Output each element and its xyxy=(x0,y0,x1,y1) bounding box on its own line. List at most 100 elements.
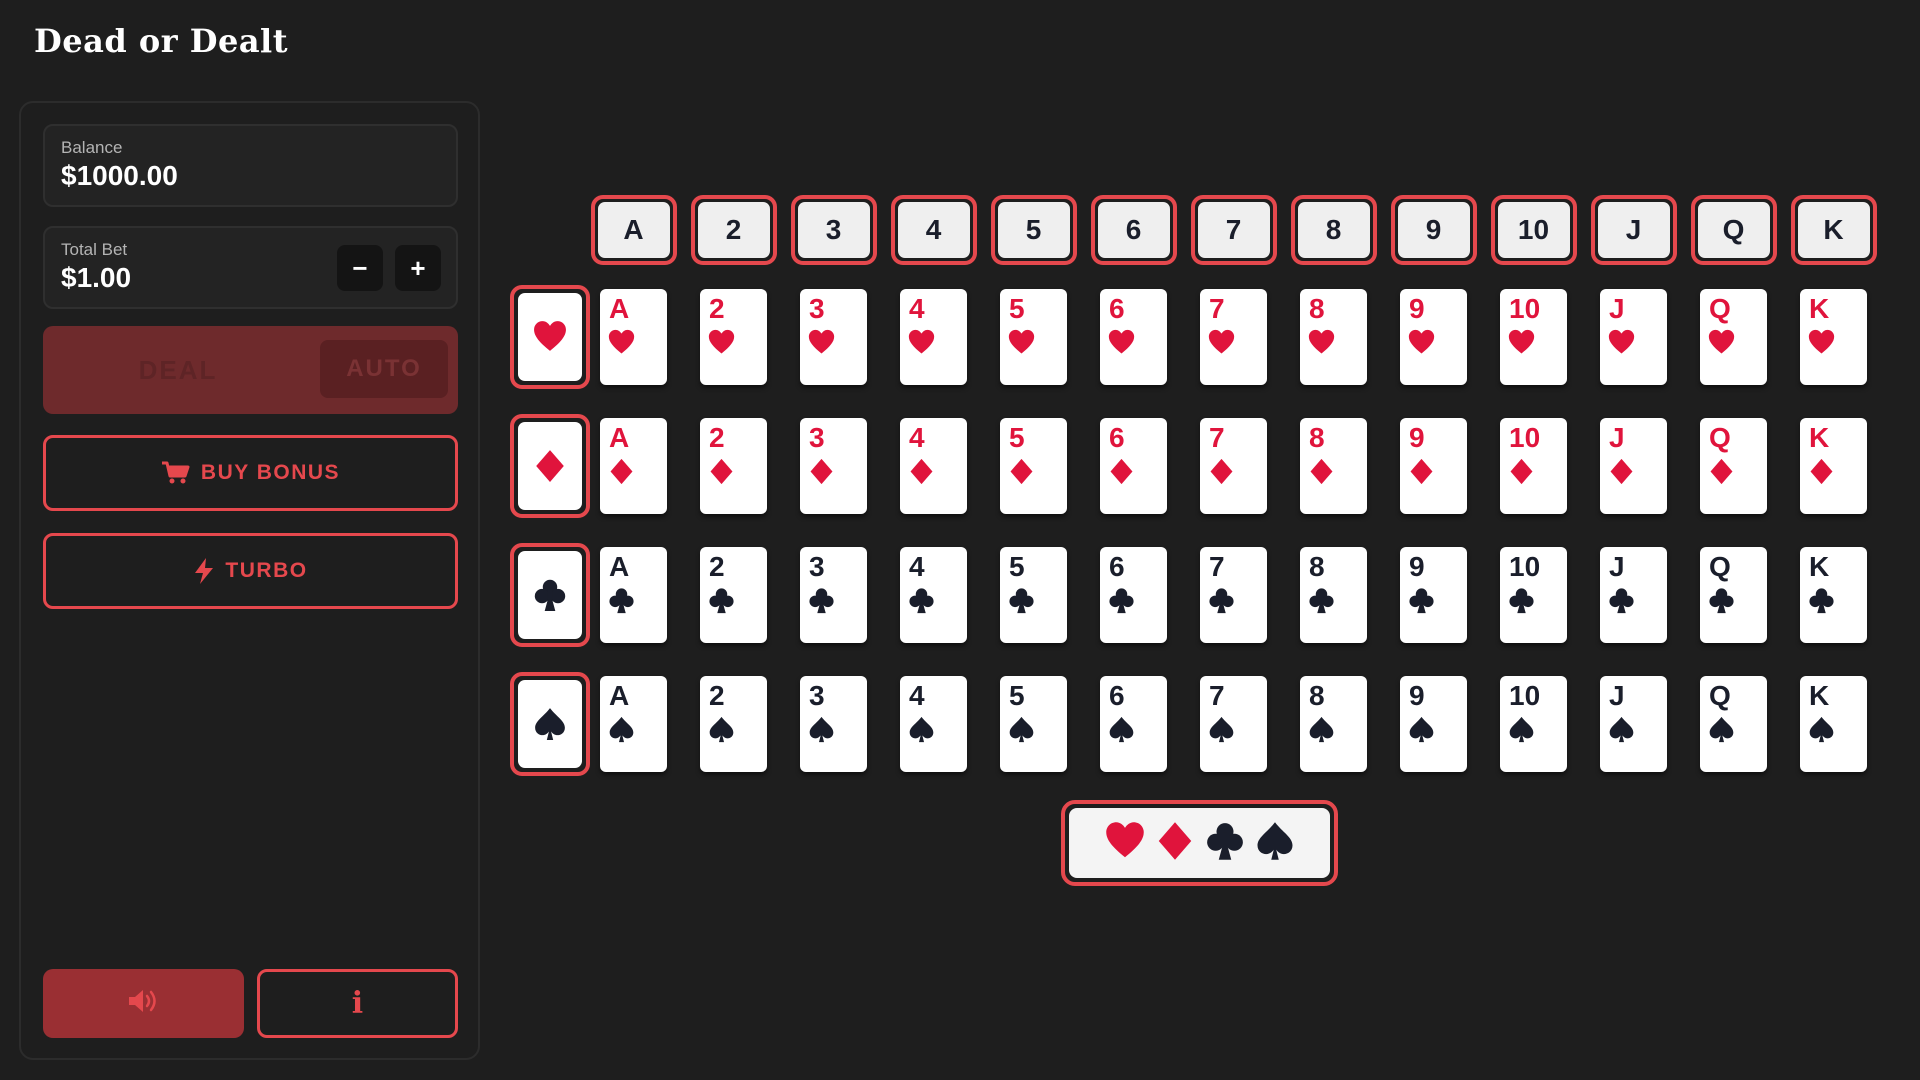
card-8-of-diamonds[interactable]: 8 xyxy=(1300,418,1367,514)
rank-header-label: J xyxy=(1597,202,1670,258)
rank-header-j[interactable]: J xyxy=(1590,195,1677,265)
card-q-of-clubs[interactable]: Q xyxy=(1700,547,1767,643)
card-rank: 5 xyxy=(1009,422,1025,453)
spade-icon xyxy=(708,716,735,748)
all-suits-icons xyxy=(1069,808,1330,878)
card-8-of-spades[interactable]: 8 xyxy=(1300,676,1367,772)
card-3-of-spades[interactable]: 3 xyxy=(800,676,867,772)
card-7-of-hearts[interactable]: 7 xyxy=(1200,289,1267,385)
card-4-of-hearts[interactable]: 4 xyxy=(900,289,967,385)
heart-icon xyxy=(1608,329,1635,361)
rank-header-k[interactable]: K xyxy=(1790,195,1877,265)
card-9-of-spades[interactable]: 9 xyxy=(1400,676,1467,772)
card-a-of-diamonds[interactable]: A xyxy=(600,418,667,514)
diamond-icon xyxy=(518,422,582,510)
card-j-of-clubs[interactable]: J xyxy=(1600,547,1667,643)
card-k-of-clubs[interactable]: K xyxy=(1800,547,1867,643)
card-6-of-diamonds[interactable]: 6 xyxy=(1100,418,1167,514)
card-5-of-hearts[interactable]: 5 xyxy=(1000,289,1067,385)
card-8-of-hearts[interactable]: 8 xyxy=(1300,289,1367,385)
spade-icon xyxy=(1008,716,1035,748)
rank-header-10[interactable]: 10 xyxy=(1490,195,1577,265)
card-a-of-hearts[interactable]: A xyxy=(600,289,667,385)
card-6-of-clubs[interactable]: 6 xyxy=(1100,547,1167,643)
rank-header-label: K xyxy=(1797,202,1870,258)
card-a-of-spades[interactable]: A xyxy=(600,676,667,772)
suit-header-spades[interactable] xyxy=(510,672,590,776)
suit-header-hearts[interactable] xyxy=(510,285,590,389)
club-icon xyxy=(1208,587,1235,619)
card-10-of-spades[interactable]: 10 xyxy=(1500,676,1567,772)
heart-icon xyxy=(1308,329,1335,361)
card-10-of-diamonds[interactable]: 10 xyxy=(1500,418,1567,514)
card-4-of-spades[interactable]: 4 xyxy=(900,676,967,772)
card-a-of-clubs[interactable]: A xyxy=(600,547,667,643)
rank-header-7[interactable]: 7 xyxy=(1190,195,1277,265)
card-8-of-clubs[interactable]: 8 xyxy=(1300,547,1367,643)
card-3-of-hearts[interactable]: 3 xyxy=(800,289,867,385)
rank-header-2[interactable]: 2 xyxy=(690,195,777,265)
all-suits-button[interactable] xyxy=(1061,800,1338,886)
diamond-icon xyxy=(1108,458,1135,490)
card-q-of-diamonds[interactable]: Q xyxy=(1700,418,1767,514)
card-9-of-hearts[interactable]: 9 xyxy=(1400,289,1467,385)
rank-header-a[interactable]: A xyxy=(590,195,677,265)
rank-header-5[interactable]: 5 xyxy=(990,195,1077,265)
card-7-of-diamonds[interactable]: 7 xyxy=(1200,418,1267,514)
card-2-of-diamonds[interactable]: 2 xyxy=(700,418,767,514)
card-7-of-spades[interactable]: 7 xyxy=(1200,676,1267,772)
rank-header-3[interactable]: 3 xyxy=(790,195,877,265)
card-6-of-spades[interactable]: 6 xyxy=(1100,676,1167,772)
card-2-of-clubs[interactable]: 2 xyxy=(700,547,767,643)
card-5-of-diamonds[interactable]: 5 xyxy=(1000,418,1067,514)
card-j-of-spades[interactable]: J xyxy=(1600,676,1667,772)
card-q-of-spades[interactable]: Q xyxy=(1700,676,1767,772)
card-10-of-hearts[interactable]: 10 xyxy=(1500,289,1567,385)
card-9-of-clubs[interactable]: 9 xyxy=(1400,547,1467,643)
card-rank: 10 xyxy=(1509,422,1541,453)
card-rank: 3 xyxy=(809,680,825,711)
card-3-of-diamonds[interactable]: 3 xyxy=(800,418,867,514)
suit-header-clubs[interactable] xyxy=(510,543,590,647)
club-icon xyxy=(608,587,635,619)
card-5-of-clubs[interactable]: 5 xyxy=(1000,547,1067,643)
card-k-of-diamonds[interactable]: K xyxy=(1800,418,1867,514)
rank-header-6[interactable]: 6 xyxy=(1090,195,1177,265)
card-6-of-hearts[interactable]: 6 xyxy=(1100,289,1167,385)
card-rank: 10 xyxy=(1509,293,1541,324)
card-rank: 3 xyxy=(809,293,825,324)
card-4-of-clubs[interactable]: 4 xyxy=(900,547,967,643)
card-rank: 8 xyxy=(1309,551,1325,582)
spade-icon xyxy=(1808,716,1835,748)
card-rank: 10 xyxy=(1509,551,1541,582)
rank-header-4[interactable]: 4 xyxy=(890,195,977,265)
card-q-of-hearts[interactable]: Q xyxy=(1700,289,1767,385)
rank-header-9[interactable]: 9 xyxy=(1390,195,1477,265)
card-j-of-hearts[interactable]: J xyxy=(1600,289,1667,385)
heart-icon xyxy=(1408,329,1435,361)
suit-header-diamonds[interactable] xyxy=(510,414,590,518)
heart-icon xyxy=(1008,329,1035,361)
heart-icon xyxy=(1208,329,1235,361)
rank-header-q[interactable]: Q xyxy=(1690,195,1777,265)
card-10-of-clubs[interactable]: 10 xyxy=(1500,547,1567,643)
card-j-of-diamonds[interactable]: J xyxy=(1600,418,1667,514)
rank-header-label: 5 xyxy=(997,202,1070,258)
card-k-of-hearts[interactable]: K xyxy=(1800,289,1867,385)
card-9-of-diamonds[interactable]: 9 xyxy=(1400,418,1467,514)
card-k-of-spades[interactable]: K xyxy=(1800,676,1867,772)
spade-icon xyxy=(1608,716,1635,748)
card-4-of-diamonds[interactable]: 4 xyxy=(900,418,967,514)
heart-icon xyxy=(908,329,935,361)
club-icon xyxy=(1408,587,1435,619)
card-7-of-clubs[interactable]: 7 xyxy=(1200,547,1267,643)
card-3-of-clubs[interactable]: 3 xyxy=(800,547,867,643)
card-rank: 4 xyxy=(909,551,925,582)
rank-header-label: 4 xyxy=(897,202,970,258)
card-2-of-hearts[interactable]: 2 xyxy=(700,289,767,385)
rank-header-label: 10 xyxy=(1497,202,1570,258)
card-5-of-spades[interactable]: 5 xyxy=(1000,676,1067,772)
rank-header-8[interactable]: 8 xyxy=(1290,195,1377,265)
card-2-of-spades[interactable]: 2 xyxy=(700,676,767,772)
card-rank: Q xyxy=(1709,680,1731,711)
